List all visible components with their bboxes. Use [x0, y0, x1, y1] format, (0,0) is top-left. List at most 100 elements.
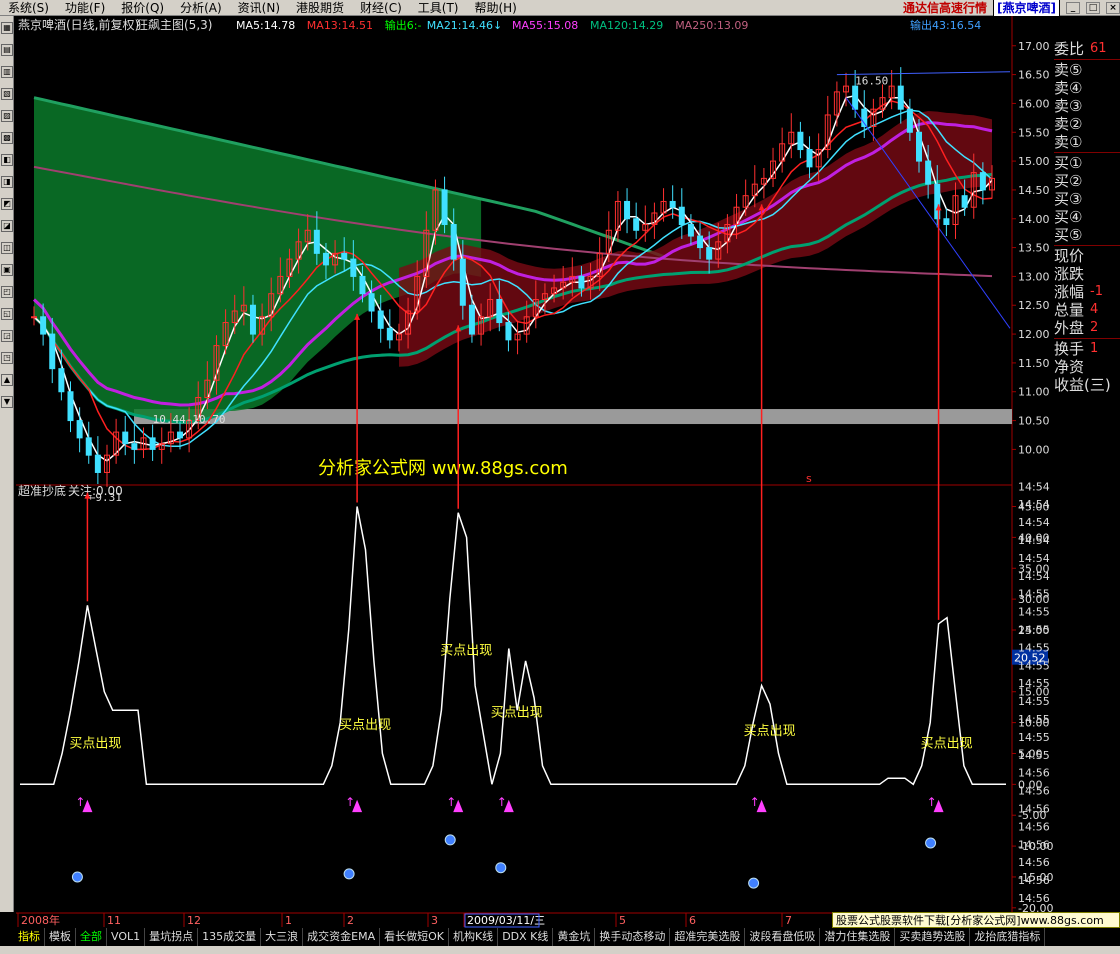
tab-indicator[interactable]: 模板	[45, 928, 76, 946]
chart-icon[interactable]: ▨	[1, 110, 13, 122]
quote-row: 净资	[1054, 358, 1120, 376]
chart-icon[interactable]: ▩	[1, 132, 13, 144]
chart-icon[interactable]: ◫	[1, 242, 13, 254]
candle-body	[906, 108, 913, 133]
tab-indicator[interactable]: 换手动态移动	[595, 928, 671, 946]
tab-indicator[interactable]: 买卖趋势选股	[895, 928, 971, 946]
menu-item-news[interactable]: 资讯(N)	[230, 0, 288, 16]
candle-body	[961, 195, 968, 208]
time-label: 14:56	[1018, 892, 1050, 905]
time-label: 14:54	[1018, 516, 1050, 529]
tab-indicator[interactable]: 成交资金EMA	[303, 928, 381, 946]
candle-body	[916, 131, 923, 162]
tab-indicator[interactable]: 机构K线	[449, 928, 499, 946]
candle-body	[350, 258, 357, 277]
tab-indicator[interactable]: 135成交量	[198, 928, 262, 946]
menu-item-finance[interactable]: 财经(C)	[352, 0, 410, 16]
candle-body	[386, 327, 393, 341]
ma-label: MA250:13.09	[675, 19, 748, 32]
quote-label: 涨幅	[1054, 283, 1085, 301]
date-label: 1	[285, 914, 292, 927]
candle-body	[359, 275, 366, 295]
buy-signal-label: 买点出现	[440, 644, 492, 659]
chart-icon[interactable]: ▧	[1, 88, 13, 100]
chart-icon[interactable]: ◳	[1, 352, 13, 364]
quote-label: 卖①	[1054, 133, 1083, 151]
y-tick-label: 11.00	[1018, 386, 1050, 399]
chart-icon[interactable]: ▥	[1, 66, 13, 78]
date-label: 7	[785, 914, 792, 927]
quote-row: 买②	[1054, 172, 1120, 190]
chart-canvas[interactable]: 16.50←9.3110.44-10.70燕京啤酒(日线,前复权)狂飙主图(5,…	[14, 16, 1120, 928]
buy-signal-label: 买点出现	[339, 718, 391, 733]
menu-item-function[interactable]: 功能(F)	[57, 0, 113, 16]
tab-indicator[interactable]: 龙抬底猎指标	[970, 928, 1046, 946]
ball-marker-icon	[748, 877, 760, 889]
tab-indicator[interactable]: 超准完美选股	[670, 928, 746, 946]
menu-item-system[interactable]: 系统(S)	[0, 0, 57, 16]
tab-indicator[interactable]: 波段看盘低吸	[745, 928, 821, 946]
chart-icon[interactable]: ▤	[1, 44, 13, 56]
tab-indicator[interactable]: 全部	[76, 928, 107, 946]
date-label: 5	[619, 914, 626, 927]
time-label: 14:55	[1018, 695, 1050, 708]
candle-body	[40, 316, 47, 335]
quote-row: 卖①	[1054, 133, 1120, 151]
up-arrow-icon: ↑	[750, 795, 760, 809]
tab-indicator[interactable]: 量坑拐点	[145, 928, 199, 946]
chart-icon[interactable]: ▼	[1, 396, 13, 408]
menu-item-tools[interactable]: 工具(T)	[410, 0, 467, 16]
chart-icon[interactable]: ▲	[1, 374, 13, 386]
tab-indicator[interactable]: 看长做短OK	[380, 928, 449, 946]
quote-label: 现价	[1054, 247, 1085, 265]
quote-label: 总量	[1054, 301, 1085, 319]
quote-label: 卖③	[1054, 97, 1083, 115]
quote-row: 现价	[1054, 247, 1120, 265]
quote-label: 涨跌	[1054, 265, 1085, 283]
candle-body	[249, 304, 256, 335]
chart-icon[interactable]: ◱	[1, 308, 13, 320]
tab-indicator[interactable]: 指标	[14, 928, 45, 946]
status-line	[0, 946, 1120, 954]
chart-icon[interactable]: ◨	[1, 176, 13, 188]
candle-body	[678, 206, 685, 226]
chart-icon[interactable]: ◰	[1, 286, 13, 298]
menu-item-hk-futures[interactable]: 港股期货	[288, 0, 352, 16]
chart-icon[interactable]: ◲	[1, 330, 13, 342]
menu-item-help[interactable]: 帮助(H)	[466, 0, 524, 16]
time-label: 14:55	[1018, 641, 1050, 654]
candle-body	[368, 293, 375, 312]
menu-item-analysis[interactable]: 分析(A)	[172, 0, 230, 16]
chart-icon[interactable]: ▦	[1, 22, 13, 34]
y-tick-label: 10.50	[1018, 415, 1050, 428]
chart-icon[interactable]: ◧	[1, 154, 13, 166]
quote-label: 买⑤	[1054, 226, 1083, 244]
quote-label: 买②	[1054, 172, 1083, 190]
time-label: 14:54	[1018, 552, 1050, 565]
candle-body	[496, 298, 503, 324]
quote-row: 换手 1	[1054, 340, 1120, 358]
panel-separator	[1054, 152, 1120, 153]
candle-body	[806, 149, 813, 168]
tab-indicator[interactable]: 大三浪	[261, 928, 304, 946]
quote-row: 委比 61	[1054, 40, 1120, 58]
tab-indicator[interactable]: 潜力住集选股	[820, 928, 896, 946]
time-label: 14:54	[1018, 570, 1050, 583]
menu-item-quote[interactable]: 报价(Q)	[113, 0, 172, 16]
y-tick-label: 15.50	[1018, 126, 1050, 139]
quote-value: 4	[1090, 302, 1099, 317]
tab-indicator[interactable]: VOL1	[107, 928, 146, 946]
restore-icon[interactable]: □	[1086, 1, 1100, 14]
chart-title: 燕京啤酒(日线,前复权)	[18, 17, 139, 32]
time-label: 14:55	[1018, 713, 1050, 726]
chart-icon[interactable]: ◩	[1, 198, 13, 210]
price-annotation: 10.44-10.70	[153, 413, 226, 426]
tab-indicator[interactable]: DDX K线	[498, 928, 554, 946]
minimize-icon[interactable]: _	[1066, 1, 1080, 14]
ad-bar[interactable]: 股票公式股票软件下载[分析家公式网]www.88gs.com	[832, 912, 1120, 928]
close-icon[interactable]: ×	[1106, 1, 1120, 14]
chart-icon[interactable]: ▣	[1, 264, 13, 276]
tab-indicator[interactable]: 黄金坑	[553, 928, 596, 946]
candle-body	[797, 131, 804, 151]
chart-icon[interactable]: ◪	[1, 220, 13, 232]
